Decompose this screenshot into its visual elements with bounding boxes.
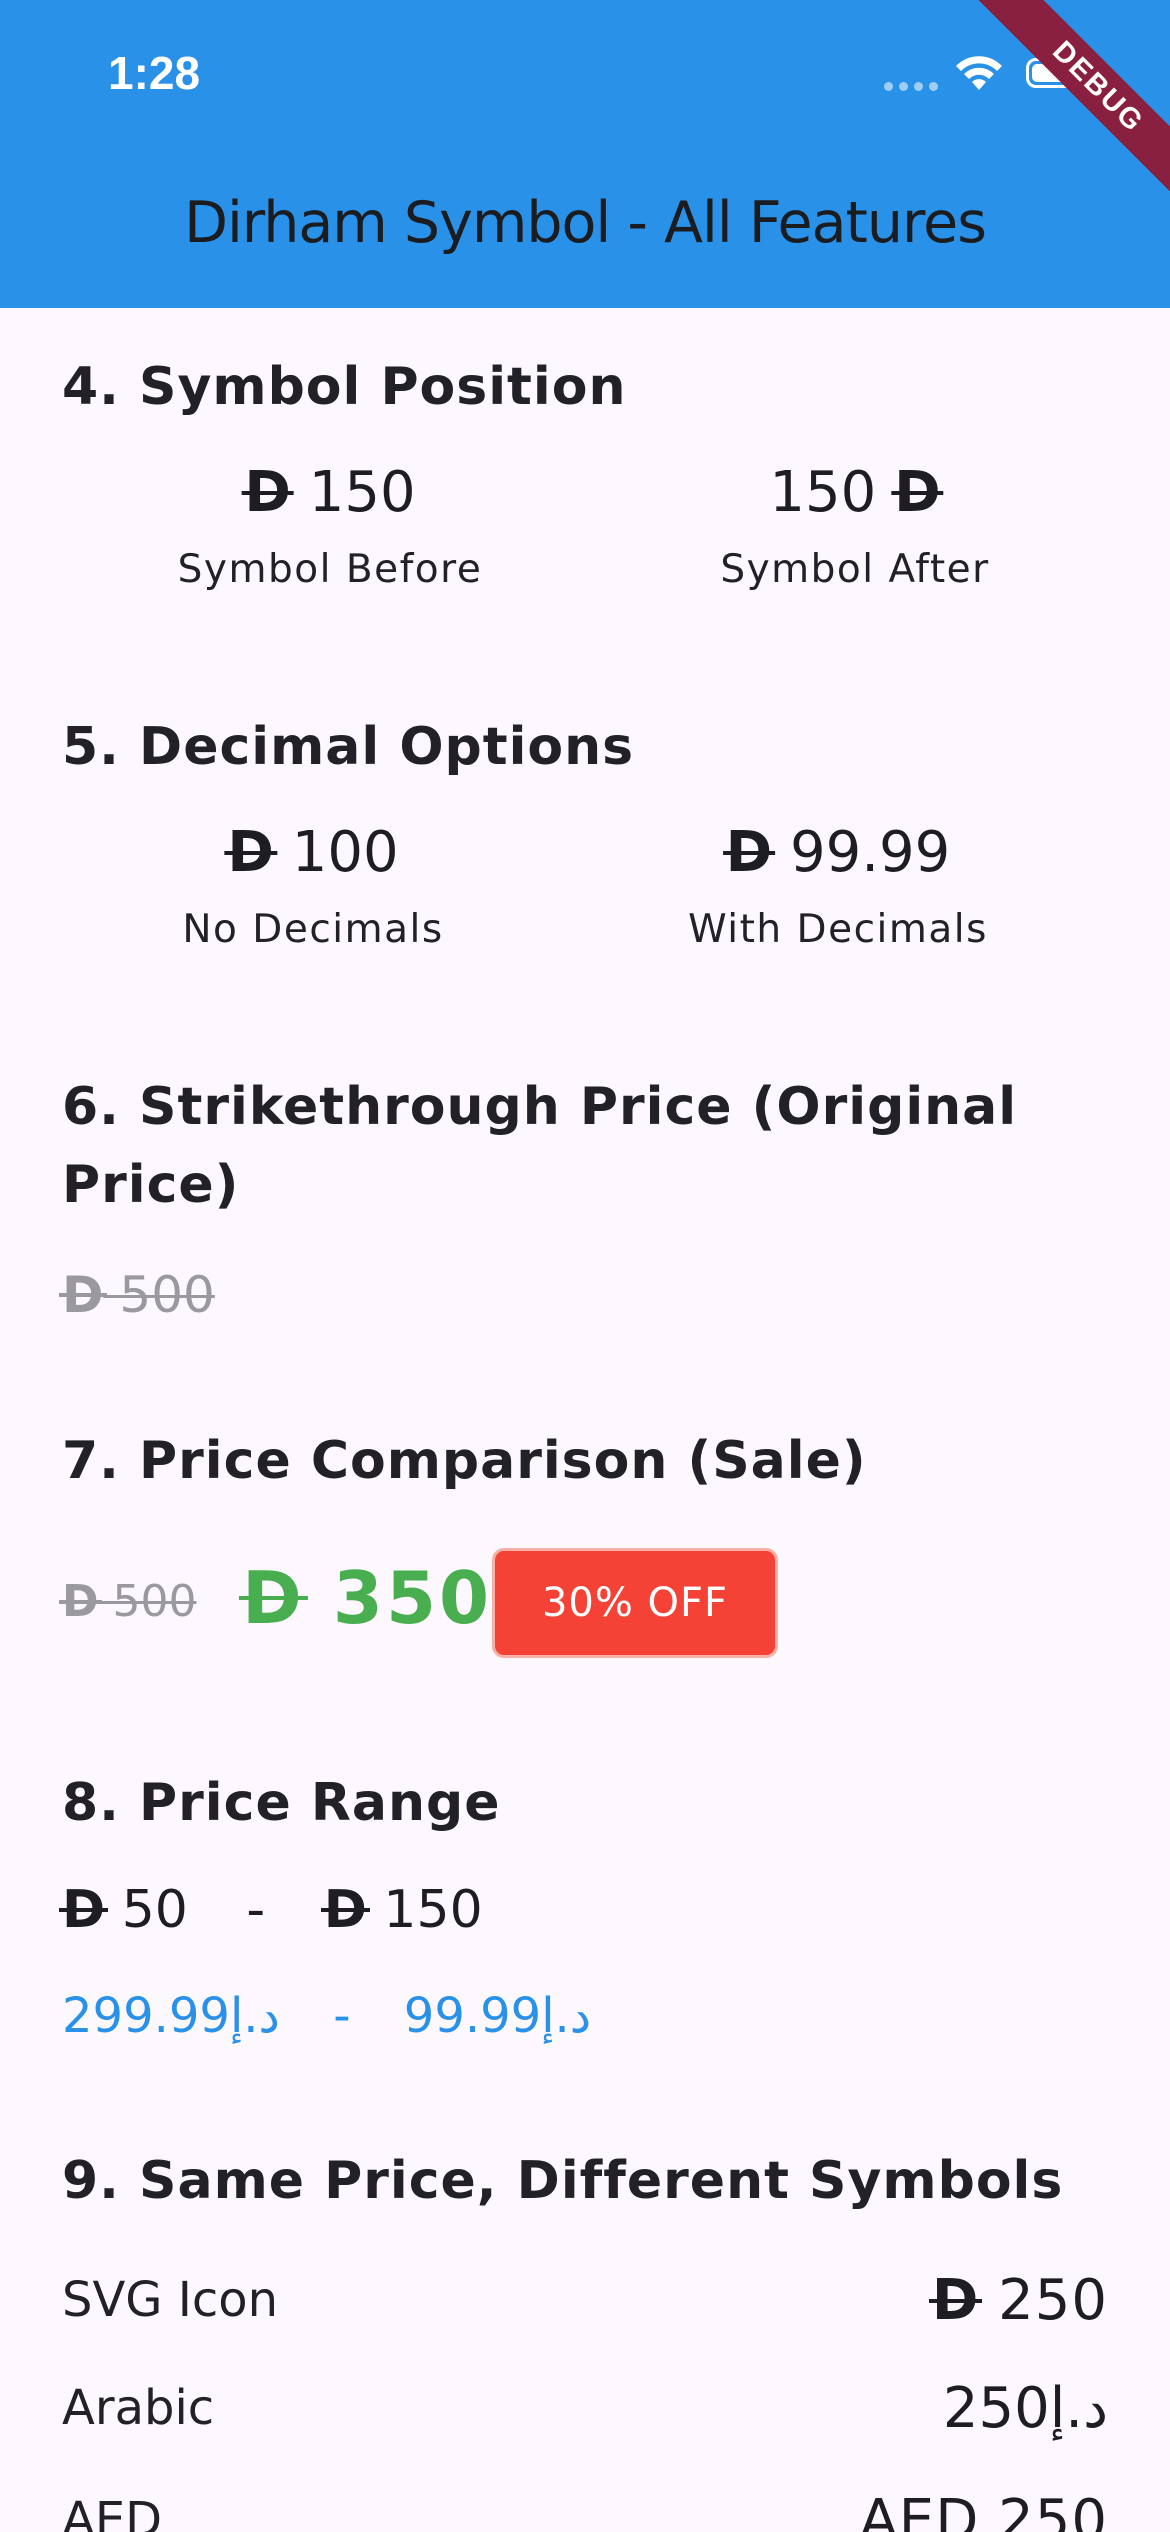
caption-no-decimals: No Decimals (182, 907, 444, 952)
section-title-price-range: 8. Price Range (62, 1773, 501, 1833)
symbol-after-block: 150 D Symbol After (720, 460, 989, 592)
dirham-icon: D (59, 1576, 102, 1627)
arabic-dirham-symbol: د.إ (541, 1988, 592, 2044)
section-title-decimal-options: 5. Decimal Options (62, 717, 635, 777)
arabic-dirham-symbol: د.إ (1049, 2376, 1108, 2441)
dirham-icon: D (224, 820, 278, 885)
dirham-icon: D (59, 1266, 107, 1324)
section-title-different-symbols: 9. Same Price, Different Symbols (62, 2151, 1064, 2211)
original-price: D 500 (59, 1576, 197, 1627)
page-title: Dirham Symbol - All Features (184, 190, 987, 256)
section-title-symbol-position: 4. Symbol Position (62, 357, 627, 417)
sale-price: D 350 (239, 1556, 493, 1640)
symbol-row-value: AED 250 (859, 2488, 1108, 2532)
price-no-decimals: D 100 (224, 820, 399, 885)
caption-with-decimals: With Decimals (688, 907, 988, 952)
symbol-row-label: Arabic (62, 2380, 215, 2436)
dirham-icon: D (58, 1880, 109, 1940)
symbol-row-value: D 250 (928, 2268, 1108, 2333)
no-decimals-block: D 100 No Decimals (182, 820, 443, 952)
debug-banner: DEBUG (975, 0, 1170, 210)
price-range: D 50 - D 150 (58, 1880, 483, 1940)
caption-symbol-after: Symbol After (720, 547, 990, 592)
discount-badge: 30% OFF (492, 1548, 778, 1658)
strikethrough-price: D 500 (59, 1266, 215, 1324)
status-time: 1:28 (108, 47, 201, 99)
price-symbol-after: 150 D (769, 460, 945, 525)
wifi-icon (956, 56, 1002, 90)
price-with-decimals: D 99.99 (722, 820, 951, 885)
symbol-row-label: SVG Icon (62, 2272, 279, 2328)
dirham-icon: D (928, 2268, 983, 2333)
symbol-row-value: د.إ250 (942, 2376, 1108, 2441)
dirham-icon: D (722, 820, 776, 885)
scroll-content[interactable]: 4. Symbol Position D 150 Symbol Before 1… (0, 308, 1170, 2532)
cellular-signal-icon (884, 82, 938, 91)
symbol-before-block: D 150 Symbol Before (178, 460, 483, 592)
dirham-icon: D (241, 460, 295, 525)
price-range-arabic: د.إ99.99 - د.إ299.99 (62, 1988, 592, 2044)
symbol-row-label: AED (62, 2492, 163, 2532)
dirham-icon: D (239, 1556, 308, 1640)
section-title-price-comparison: 7. Price Comparison (Sale) (62, 1431, 867, 1491)
section-title-strikethrough: 6. Strikethrough Price (Original Price) (62, 1077, 1018, 1215)
price-symbol-before: D 150 (241, 460, 416, 525)
caption-symbol-before: Symbol Before (177, 547, 483, 592)
dirham-icon: D (320, 1880, 371, 1940)
with-decimals-block: D 99.99 With Decimals (688, 820, 988, 952)
app-bar: 1:28 Dirham Symbol - All Features DEBUG (0, 0, 1170, 308)
arabic-dirham-symbol: د.إ (229, 1988, 280, 2044)
dirham-icon: D (891, 460, 945, 525)
